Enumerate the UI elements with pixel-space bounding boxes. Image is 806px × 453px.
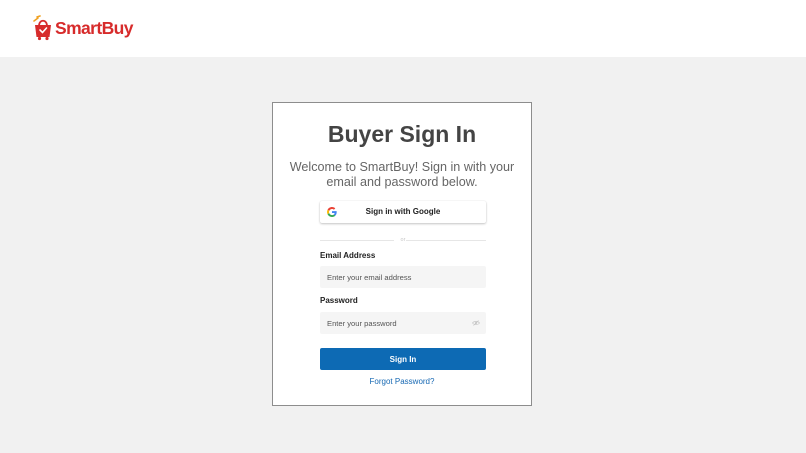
- password-label: Password: [320, 296, 358, 305]
- sign-in-button[interactable]: Sign In: [320, 348, 486, 370]
- eye-slash-icon[interactable]: [472, 320, 480, 326]
- sign-in-card: Buyer Sign In Welcome to SmartBuy! Sign …: [272, 102, 532, 406]
- google-button-label: Sign in with Google: [365, 207, 441, 216]
- google-sign-in-button[interactable]: Sign in with Google: [320, 201, 486, 223]
- password-field[interactable]: [320, 312, 486, 334]
- brand-name-part2: Buy: [101, 17, 134, 38]
- forgot-password-link[interactable]: Forgot Password?: [273, 377, 531, 386]
- brand-name: SmartBuy: [55, 18, 133, 39]
- smartbuy-logo[interactable]: SmartBuy: [32, 14, 133, 42]
- shopping-bag-icon: [33, 15, 51, 41]
- welcome-text: Welcome to SmartBuy! Sign in with your e…: [289, 160, 515, 189]
- divider-line-right: [406, 240, 486, 241]
- brand-name-part1: Smart: [55, 17, 102, 38]
- page-title: Buyer Sign In: [327, 121, 477, 147]
- or-divider: or: [320, 236, 486, 244]
- email-field[interactable]: [320, 266, 486, 288]
- site-header: SmartBuy: [0, 0, 806, 57]
- email-label: Email Address: [320, 251, 376, 260]
